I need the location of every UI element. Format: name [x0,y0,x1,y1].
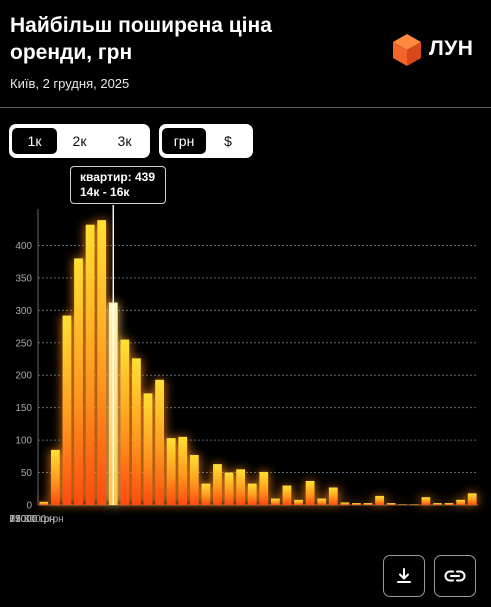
histogram-bar[interactable] [97,220,107,506]
histogram-bar[interactable] [433,503,442,505]
histogram-bar[interactable] [201,483,211,505]
histogram-bar[interactable] [247,483,257,505]
y-tick-label: 150 [15,403,32,414]
histogram-bar[interactable] [282,485,292,505]
histogram-bar[interactable] [340,502,350,505]
histogram-bar[interactable] [189,455,199,505]
histogram-bar[interactable] [328,487,338,505]
histogram-bar[interactable] [166,438,176,505]
histogram-bar[interactable] [39,501,49,505]
chart-tooltip: квартир: 439 14к - 16к [70,166,166,204]
step-option-3k[interactable]: 3к [102,128,147,154]
histogram-bar[interactable] [421,497,431,505]
step-option-2k[interactable]: 2к [57,128,102,154]
brand-logo[interactable]: ЛУН [392,33,482,73]
y-tick-label: 350 [15,273,32,284]
link-icon [444,570,466,582]
download-icon [397,568,411,583]
price-histogram: 0501001502002503003504003000 грн15000 гр… [10,205,478,525]
download-button[interactable] [383,555,425,597]
histogram-bar[interactable] [375,495,384,505]
histogram-bar[interactable] [409,504,419,505]
tooltip-range: 14к - 16к [80,185,130,199]
currency-toggle: грн $ [159,124,253,158]
histogram-bar[interactable] [386,503,396,505]
histogram-bar[interactable] [74,258,83,505]
histogram-bar[interactable] [398,504,408,505]
y-tick-label: 250 [15,338,32,349]
step-toggle: 1к 2к 3к [9,124,150,158]
histogram-bar[interactable] [155,379,164,505]
histogram-bar[interactable] [444,503,454,505]
page-title: Найбільш поширена ціна оренди, грн [10,14,272,64]
y-tick-label: 0 [26,501,32,512]
logo-text: ЛУН [429,37,474,60]
y-tick-label: 400 [15,241,32,252]
histogram-bar[interactable] [178,436,188,505]
histogram-bar[interactable] [120,339,130,505]
histogram-bar[interactable] [85,224,95,505]
histogram-bar[interactable] [224,472,234,505]
x-tick-label: 75000 грн [10,514,55,525]
currency-option-usd[interactable]: $ [206,128,250,154]
histogram-bar[interactable] [259,471,269,505]
histogram-bar[interactable] [213,464,222,505]
histogram-bar[interactable] [294,499,303,505]
copy-link-button[interactable] [434,555,476,597]
y-tick-label: 100 [15,436,32,447]
histogram-bar[interactable] [236,469,246,505]
y-tick-label: 300 [15,306,32,317]
histogram-bar[interactable] [270,498,280,505]
histogram-bar[interactable] [305,480,315,505]
histogram-bar[interactable] [363,503,373,505]
histogram-bar[interactable] [352,503,361,505]
histogram-bar[interactable] [456,499,466,505]
header-divider [0,107,491,108]
histogram-bar[interactable] [317,498,327,505]
histogram-bar[interactable] [467,493,477,505]
y-tick-label: 200 [15,371,32,382]
currency-option-uah[interactable]: грн [162,128,206,154]
histogram-bar[interactable] [62,315,72,505]
orange-cube-icon [393,34,421,66]
histogram-bar[interactable] [143,393,153,505]
histogram-bar[interactable] [50,449,60,505]
tooltip-count: квартир: 439 [80,170,156,184]
step-option-1k[interactable]: 1к [12,128,57,154]
page-subtitle: Київ, 2 грудня, 2025 [10,76,130,91]
y-tick-label: 50 [21,468,33,479]
histogram-bar[interactable] [132,358,141,505]
